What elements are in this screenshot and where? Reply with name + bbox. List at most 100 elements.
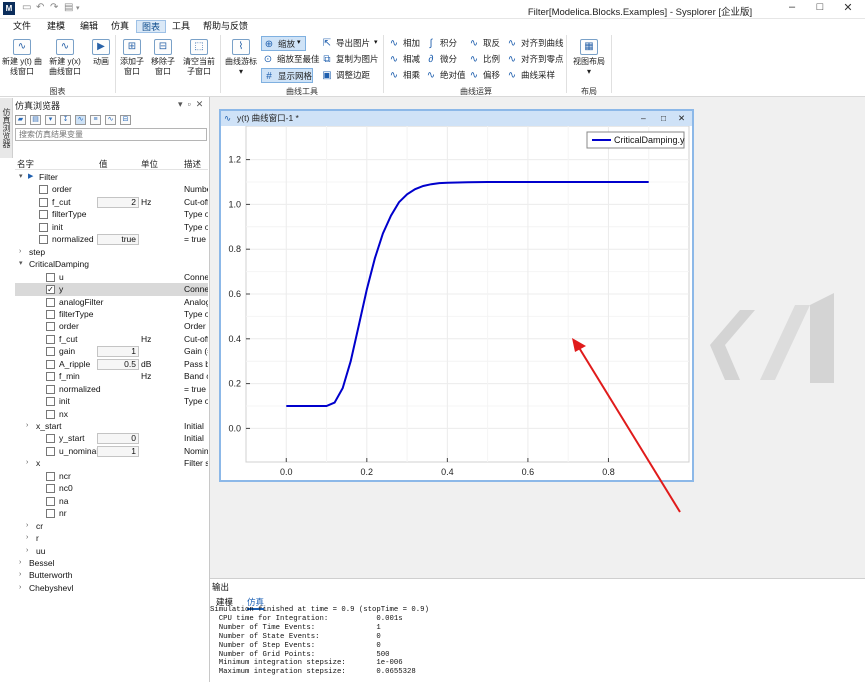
tree-row[interactable]: filterType Type of: [15, 308, 208, 321]
expand-arrow-icon[interactable]: ▾: [19, 171, 23, 184]
variable-value-field[interactable]: true: [97, 234, 139, 246]
curve-cursor-button[interactable]: ⌇ 曲线游标 ▾: [224, 39, 258, 77]
collapse-arrow-icon[interactable]: ›: [19, 557, 21, 570]
column-name[interactable]: 名字: [17, 158, 34, 170]
menu-help[interactable]: 帮助与反馈: [198, 20, 253, 33]
plot-window-titlebar[interactable]: ∿ y(t) 曲线窗口-1 * – □ ✕: [221, 111, 692, 126]
new-yt-window-button[interactable]: ∿ 新建 y(t) 曲线窗口: [2, 39, 42, 77]
collapse-arrow-icon[interactable]: ›: [26, 520, 28, 533]
tree-row[interactable]: ncr: [15, 470, 208, 483]
redo-icon[interactable]: ↷: [50, 2, 58, 13]
column-value[interactable]: 值: [99, 158, 108, 170]
tree-row[interactable]: f_cut 2 Hz Cut-off: [15, 196, 208, 209]
search-input[interactable]: [15, 128, 207, 141]
align-to-zero-button[interactable]: ∿ 对齐到零点: [505, 52, 564, 67]
tree-row[interactable]: ✓ y Connec: [15, 283, 208, 296]
copy-as-image-button[interactable]: ⧉ 复制为图片: [320, 52, 378, 67]
tree-row[interactable]: nc0: [15, 482, 208, 495]
variable-checkbox[interactable]: [46, 347, 55, 357]
plot-minimize-icon[interactable]: –: [641, 111, 646, 126]
tree-row[interactable]: nr: [15, 507, 208, 520]
tree-row[interactable]: order Order: [15, 320, 208, 333]
variable-checkbox[interactable]: ✓: [46, 285, 55, 295]
tree-row[interactable]: nx: [15, 408, 208, 421]
expand-arrow-icon[interactable]: ▾: [19, 258, 23, 271]
variable-value-field[interactable]: 0.5: [97, 358, 139, 370]
scale-button[interactable]: ∿ 比例: [467, 52, 500, 67]
variable-checkbox[interactable]: [46, 471, 55, 481]
tree-row[interactable]: f_cut Hz Cut-off: [15, 333, 208, 346]
menu-tools[interactable]: 工具: [167, 20, 195, 33]
simulation-browser-side-tab[interactable]: 仿真浏览器: [0, 98, 13, 158]
open-folder-icon[interactable]: ▰: [15, 115, 26, 125]
tree-row[interactable]: analogFilter Analog: [15, 296, 208, 309]
tree-row[interactable]: order Number: [15, 183, 208, 196]
sort-icon[interactable]: ↧: [60, 115, 71, 125]
tree-row[interactable]: › Chebyshevl: [15, 582, 208, 595]
plot-close-icon[interactable]: ✕: [678, 111, 685, 126]
adjust-margins-button[interactable]: ▣ 调整边距: [320, 68, 370, 83]
variable-checkbox[interactable]: [46, 484, 55, 494]
collapse-arrow-icon[interactable]: ›: [19, 246, 21, 259]
tree-row[interactable]: A_ripple 0.5 dB Pass b: [15, 358, 208, 371]
tree-row[interactable]: u Connec: [15, 271, 208, 284]
tree-row[interactable]: f_min Hz Band c: [15, 370, 208, 383]
tree-row[interactable]: na: [15, 495, 208, 508]
variable-checkbox[interactable]: [39, 185, 48, 195]
tree-row[interactable]: normalized = true: [15, 383, 208, 396]
animation-button[interactable]: ▶ 动画: [89, 39, 113, 67]
variable-checkbox[interactable]: [46, 496, 55, 506]
tree-row[interactable]: normalized true = true: [15, 233, 208, 246]
tree-row[interactable]: › step: [15, 246, 208, 259]
integral-button[interactable]: ∫ 积分: [424, 36, 457, 51]
tree-row[interactable]: › x_start Initial: [15, 420, 208, 433]
tree-row[interactable]: gain 1 Gain (=: [15, 345, 208, 358]
tree-row[interactable]: ▾ ▶ Filter: [15, 171, 208, 184]
column-description[interactable]: 描述: [184, 158, 201, 170]
align-to-curve-button[interactable]: ∿ 对齐到曲线: [505, 36, 564, 51]
variable-checkbox[interactable]: [39, 235, 48, 245]
export-dropdown-icon[interactable]: ▾: [374, 38, 378, 46]
undo-icon[interactable]: ↶: [36, 2, 44, 13]
variable-checkbox[interactable]: [46, 372, 55, 382]
quick-access-dropdown-icon[interactable]: ▾: [76, 4, 80, 12]
variable-checkbox[interactable]: [46, 359, 55, 369]
collapse-arrow-icon[interactable]: ›: [26, 420, 28, 433]
tree-row[interactable]: init Type of: [15, 395, 208, 408]
variable-value-field[interactable]: 0: [97, 433, 139, 445]
collapse-arrow-icon[interactable]: ›: [19, 582, 21, 595]
variable-checkbox[interactable]: [46, 509, 55, 519]
variable-checkbox[interactable]: [46, 272, 55, 282]
tree-row[interactable]: u_nominal 1 Nomin: [15, 445, 208, 458]
close-icon[interactable]: ✕: [836, 1, 860, 14]
menu-simulation[interactable]: 仿真: [106, 20, 134, 33]
pane-pin-icon[interactable]: ▾: [178, 99, 183, 109]
collapse-arrow-icon[interactable]: ›: [26, 457, 28, 470]
tree-row[interactable]: › uu: [15, 545, 208, 558]
variable-checkbox[interactable]: [46, 446, 55, 456]
save-icon[interactable]: ▭: [22, 2, 31, 13]
show-grid-button[interactable]: # 显示网格: [261, 68, 313, 83]
tree-row[interactable]: ▾ CriticalDamping: [15, 258, 208, 271]
menu-chart[interactable]: 图表: [136, 20, 167, 33]
subtract-curve-button[interactable]: ∿ 相减: [387, 52, 420, 67]
tree-row[interactable]: y_start 0 Initial: [15, 432, 208, 445]
view-options-icon[interactable]: ▾: [45, 115, 56, 125]
variable-checkbox[interactable]: [39, 222, 48, 232]
curve-sampling-button[interactable]: ∿ 曲线采样: [505, 68, 555, 83]
tree-row[interactable]: › Bessel: [15, 557, 208, 570]
curve-filter-icon[interactable]: ∿: [75, 115, 86, 125]
clear-subwindow-button[interactable]: ⬚ 清空当前子窗口: [182, 39, 216, 77]
variable-checkbox[interactable]: [46, 334, 55, 344]
tree-row[interactable]: › cr: [15, 520, 208, 533]
tree-row[interactable]: init Type of: [15, 221, 208, 234]
menu-modeling[interactable]: 建模: [42, 20, 70, 33]
variable-checkbox[interactable]: [46, 309, 55, 319]
variable-checkbox[interactable]: [46, 434, 55, 444]
multiply-curve-button[interactable]: ∿ 相乘: [387, 68, 420, 83]
maximize-icon[interactable]: □: [808, 1, 832, 13]
zoom-dropdown-icon[interactable]: ▾: [297, 38, 301, 46]
derivative-button[interactable]: ∂ 微分: [424, 52, 458, 67]
export-image-button[interactable]: ⇱ 导出图片: [320, 36, 370, 51]
variable-checkbox[interactable]: [46, 397, 55, 407]
